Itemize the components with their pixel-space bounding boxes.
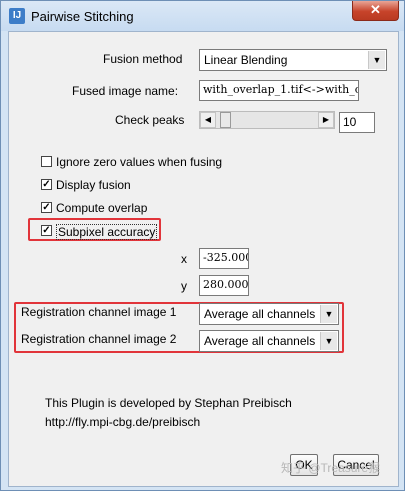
fusion-method-label: Fusion method: [103, 52, 183, 66]
fusion-method-select[interactable]: Linear Blending ▼: [199, 49, 387, 71]
window-title: Pairwise Stitching: [31, 9, 134, 24]
imagej-app-icon: IJ: [9, 8, 25, 24]
compute-overlap-label: Compute overlap: [56, 201, 148, 215]
x-label: x: [181, 252, 187, 266]
registration-channel-1-value: Average all channels: [204, 307, 316, 321]
x-offset-input[interactable]: -325.000: [199, 248, 249, 269]
scroll-right-icon[interactable]: ▶: [318, 112, 334, 128]
display-fusion-checkbox[interactable]: ✓: [41, 179, 52, 190]
check-peaks-label: Check peaks: [115, 113, 185, 127]
dialog-body: Fusion method Linear Blending ▼ Fused im…: [8, 31, 399, 487]
check-peaks-slider[interactable]: ◀ ▶: [199, 111, 335, 129]
subpixel-accuracy-checkbox[interactable]: ✓: [41, 225, 52, 236]
registration-channel-2-value: Average all channels: [204, 334, 316, 348]
fused-image-name-label: Fused image name:: [72, 84, 179, 98]
ignore-zero-label: Ignore zero values when fusing: [56, 155, 223, 169]
chevron-down-icon[interactable]: ▼: [320, 332, 337, 350]
registration-channel-2-select[interactable]: Average all channels ▼: [199, 330, 339, 352]
registration-channel-1-select[interactable]: Average all channels ▼: [199, 303, 339, 325]
display-fusion-label: Display fusion: [56, 178, 131, 192]
chevron-down-icon[interactable]: ▼: [368, 51, 385, 69]
registration-channel-2-label: Registration channel image 2: [21, 332, 177, 346]
fused-image-name-input[interactable]: with_overlap_1.tif<->with_o: [199, 80, 359, 101]
compute-overlap-checkbox[interactable]: ✓: [41, 202, 52, 213]
chevron-down-icon[interactable]: ▼: [320, 305, 337, 323]
dialog-window: IJ Pairwise Stitching ✕ Fusion method Li…: [0, 0, 405, 491]
fusion-method-value: Linear Blending: [204, 53, 288, 67]
y-offset-input[interactable]: 280.000: [199, 275, 249, 296]
check-peaks-input[interactable]: 10: [339, 112, 375, 133]
close-button[interactable]: ✕: [352, 1, 399, 21]
y-label: y: [181, 279, 187, 293]
registration-channel-1-label: Registration channel image 1: [21, 305, 177, 319]
title-bar[interactable]: IJ Pairwise Stitching ✕: [1, 1, 404, 31]
slider-thumb[interactable]: [220, 112, 231, 128]
subpixel-accuracy-label: Subpixel accuracy: [56, 224, 158, 240]
ignore-zero-checkbox[interactable]: [41, 156, 52, 167]
plugin-url-text: http://fly.mpi-cbg.de/preibisch: [45, 415, 201, 429]
watermark-text: 知乎 @Treasure猴: [281, 461, 381, 475]
scroll-left-icon[interactable]: ◀: [200, 112, 216, 128]
plugin-credit-text: This Plugin is developed by Stephan Prei…: [45, 396, 292, 410]
